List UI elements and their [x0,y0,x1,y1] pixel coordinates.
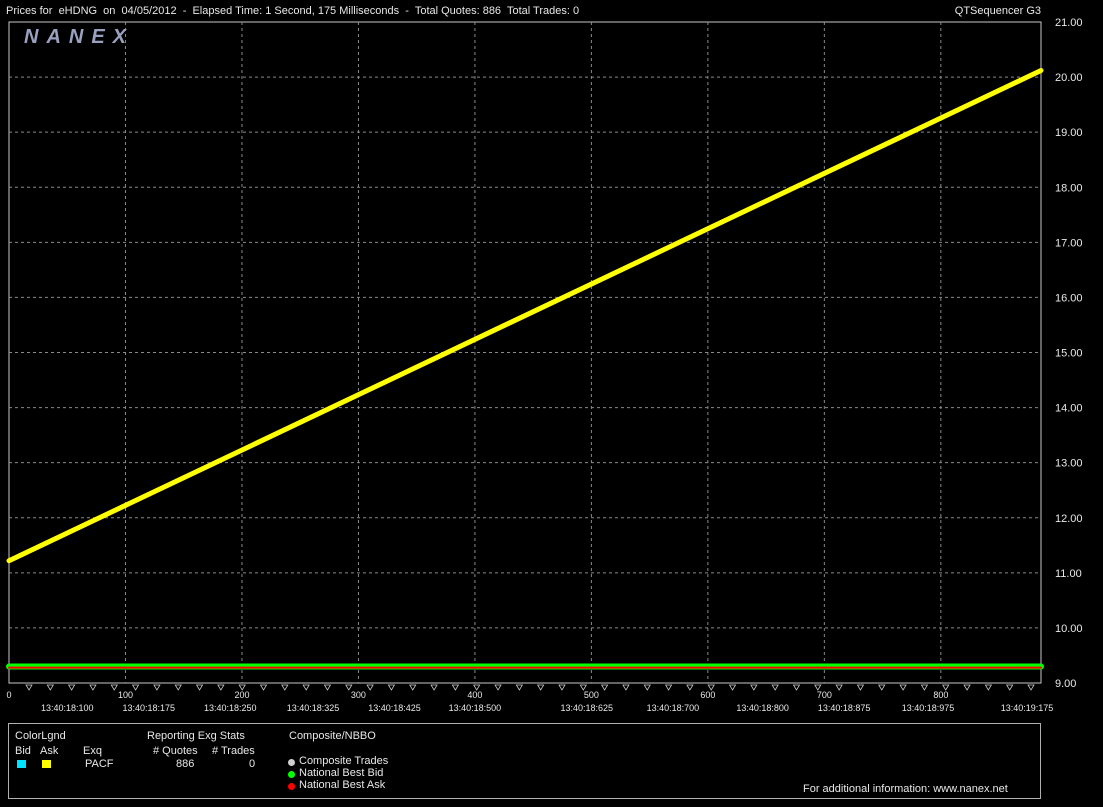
y-tick-label: 21.00 [1055,17,1083,29]
time-label: 13:40:18:500 [449,703,502,713]
timeline-marker [600,684,609,691]
quotes-label: # Quotes [153,745,198,757]
time-label: 13:40:18:875 [818,703,871,713]
legend-panel: ColorLgnd Bid Ask Exq PACF Reporting Exg… [8,723,1041,799]
timeline-marker [409,684,417,691]
timeline-marker [25,684,33,691]
ask-color-swatch [42,760,51,768]
y-tick-label: 17.00 [1055,237,1083,249]
timeline-marker [664,684,673,691]
timeline-marker [89,684,97,691]
composite-nbbo-label: Composite/NBBO [289,730,376,742]
y-tick-label: 18.00 [1055,182,1083,194]
timeline-marker [750,684,758,691]
quotes-value: 886 [176,758,195,770]
y-tick-label: 11.00 [1055,568,1082,580]
y-tick-label: 10.00 [1055,623,1083,635]
timeline-marker [153,684,161,691]
timeline-marker [835,684,843,691]
timeline-marker [1027,684,1035,691]
y-tick-label: 19.00 [1055,127,1083,139]
timeline-marker [46,684,55,691]
timeline-marker [728,684,737,691]
composite-trades-label: Composite Trades [299,755,389,767]
nanex-logo: NANEX [24,26,134,48]
x-tick-label: 0 [6,690,11,700]
ask-label: Ask [40,745,59,757]
reporting-stats-label: Reporting Exg Stats [147,730,245,742]
timeline-marker [558,684,566,691]
trades-value: 0 [249,758,256,770]
time-label: 13:40:18:425 [368,703,421,713]
timeline-marker [536,684,545,691]
timeline-marker [174,684,182,691]
bid-label: Bid [15,745,31,757]
timeline-marker [302,684,310,691]
timeline-marker [430,684,438,691]
footer-info: For additional information: www.nanex.ne… [803,783,1008,795]
timeline-marker [515,684,524,691]
timeline-marker [195,684,204,691]
timeline-marker [643,684,651,691]
x-tick-label: 800 [933,690,948,700]
y-tick-label: 16.00 [1055,292,1083,304]
timeline-marker [131,684,140,691]
y-tick-label: 9.00 [1055,678,1076,690]
time-label: 13:40:18:975 [902,703,955,713]
timeline-marker [792,684,801,691]
timeline-marker [366,684,374,691]
composite-trades-dot-icon [288,759,295,766]
y-tick-label: 15.00 [1055,348,1083,360]
y-tick-label: 20.00 [1055,72,1083,84]
national-best-ask-label: National Best Ask [299,779,386,791]
timeline-marker [963,684,971,691]
time-label: 13:40:18:325 [287,703,340,713]
time-label: 13:40:18:175 [122,703,175,713]
timeline-marker [622,684,630,691]
x-tick-label: 700 [817,690,832,700]
x-tick-label: 200 [234,690,249,700]
timeline-marker [856,684,865,691]
time-label: 13:40:18:250 [204,703,257,713]
exq-label: Exq [83,745,102,757]
timeline-marker [1005,684,1014,691]
y-tick-label: 12.00 [1055,513,1083,525]
national-best-bid-dot-icon [288,771,295,778]
x-tick-label: 100 [118,690,133,700]
timeline-marker [67,684,76,691]
x-tick-label: 600 [700,690,715,700]
trades-label: # Trades [212,745,255,757]
time-label: 13:40:18:100 [41,703,94,713]
time-label: 13:40:18:800 [736,703,789,713]
time-label: 13:40:18:625 [560,703,613,713]
timeline-marker [771,684,779,691]
timeline-marker [451,684,460,691]
timeline-marker [686,684,694,691]
timeline-marker [899,684,907,691]
x-tick-label: 500 [584,690,599,700]
time-label: 13:40:18:700 [647,703,700,713]
timeline-marker [110,684,118,691]
national-best-ask-dot-icon [288,783,295,790]
time-label: 13:40:19:175 [1001,703,1054,713]
timeline-marker [984,684,993,691]
timeline-marker [494,684,502,691]
bid-color-swatch [17,760,26,768]
timeline-marker [281,684,289,691]
timeline-marker [387,684,396,691]
y-tick-label: 13.00 [1055,458,1083,470]
x-tick-label: 300 [351,690,366,700]
timeline-marker [323,684,332,691]
national-best-bid-label: National Best Bid [299,767,384,779]
timeline-marker [920,684,929,691]
timeline-marker [878,684,886,691]
price-chart: 21.00 20.00 19.00 18.00 17.00 16.00 15.00 14.00… [6,17,1083,713]
exchange-name: PACF [85,758,114,770]
timeline-marker [217,684,225,691]
color-legend-label: ColorLgnd [15,730,66,742]
y-tick-label: 14.00 [1055,403,1083,415]
x-tick-label: 400 [467,690,482,700]
timeline-marker [259,684,268,691]
